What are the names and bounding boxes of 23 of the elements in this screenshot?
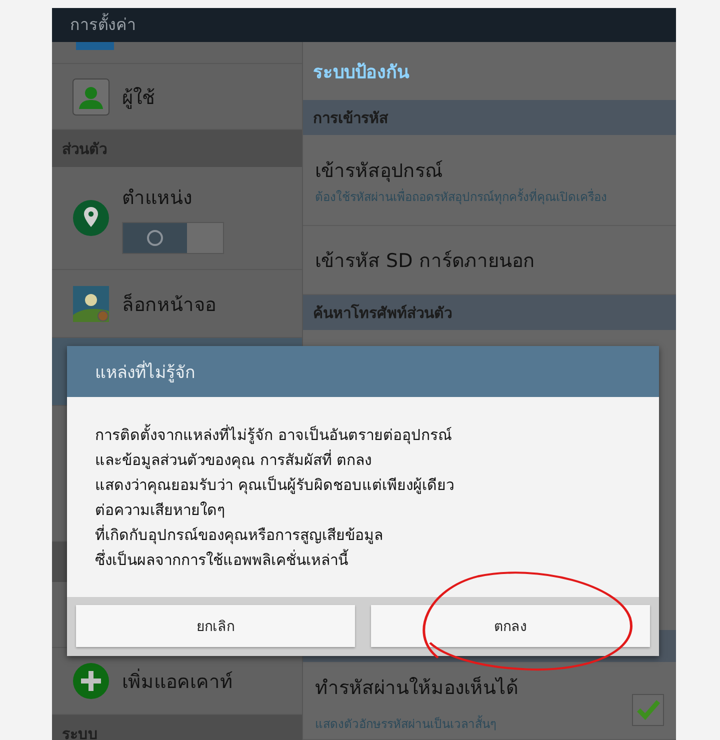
settings-item[interactable]: เข้ารหัสอุปกรณ์ ต้องใช้รหัสผ่านเพื่อถอดรหัสอุปกรณ์ทุกครั้งที่คุณเปิดเครื่อง: [303, 135, 676, 226]
item-label: เข้ารหัส SD การ์ดภายนอก: [315, 249, 536, 274]
item-label: ทำรหัสผ่านให้มองเห็นได้: [315, 675, 518, 701]
settings-item[interactable]: ทำรหัสผ่านให้มองเห็นได้ แสดงตัวอักษรรหัสผ่านเป็นเวลาสั้นๆ: [303, 662, 676, 740]
item-label: ตำแหน่ง: [122, 186, 193, 211]
app-title: การตั้งค่า: [70, 12, 136, 36]
dialog-button[interactable]: ยกเลิก: [76, 605, 355, 647]
checkbox[interactable]: [632, 694, 664, 726]
section-title: การเข้ารหัส: [313, 108, 388, 128]
landscape-picture-icon: [72, 284, 110, 322]
sidebar-item[interactable]: ตำแหน่ง: [52, 167, 302, 270]
dialog-message: การติดตั้งจากแหล่งที่ไม่รู้จัก อาจเป็นอันตรายต่ออุปกรณ์ และข้อมูลส่วนตัวของคุณ การสัมผัสที่ ตกลง แสดงว่าคุณยอมรับว่า คุณเป็นผู้รับผิดชอบแต่เพียงผู้เดียว ต่อความเสียหายใดๆ ที่เกิดกับอุปกรณ์ของคุณหรือการสูญเสียข้อมูล ซึ่งเป็นผลจากการใช้แอพพลิเคชั่นเหล่านี้: [94, 423, 455, 571]
item-summary: ต้องใช้รหัสผ่านเพื่อถอดรหัสอุปกรณ์ทุกครั้งที่คุณเปิดเครื่อง: [315, 188, 608, 206]
toggle-switch[interactable]: [122, 222, 224, 254]
item-summary: แสดงตัวอักษรรหัสผ่านเป็นเวลาสั้นๆ: [315, 716, 497, 733]
person-icon: [72, 78, 110, 116]
plus-icon: [72, 662, 110, 700]
location-pin-icon: [72, 199, 110, 237]
page-title: ระบบป้องกัน: [313, 60, 409, 84]
section-title: ค้นหาโทรศัพท์ส่วนตัว: [313, 302, 452, 324]
dialog-button[interactable]: ตกลง: [371, 605, 650, 647]
dialog-title: แหล่งที่ไม่รู้จัก: [95, 358, 195, 385]
item-label: เข้ารหัสอุปกรณ์: [315, 158, 444, 184]
